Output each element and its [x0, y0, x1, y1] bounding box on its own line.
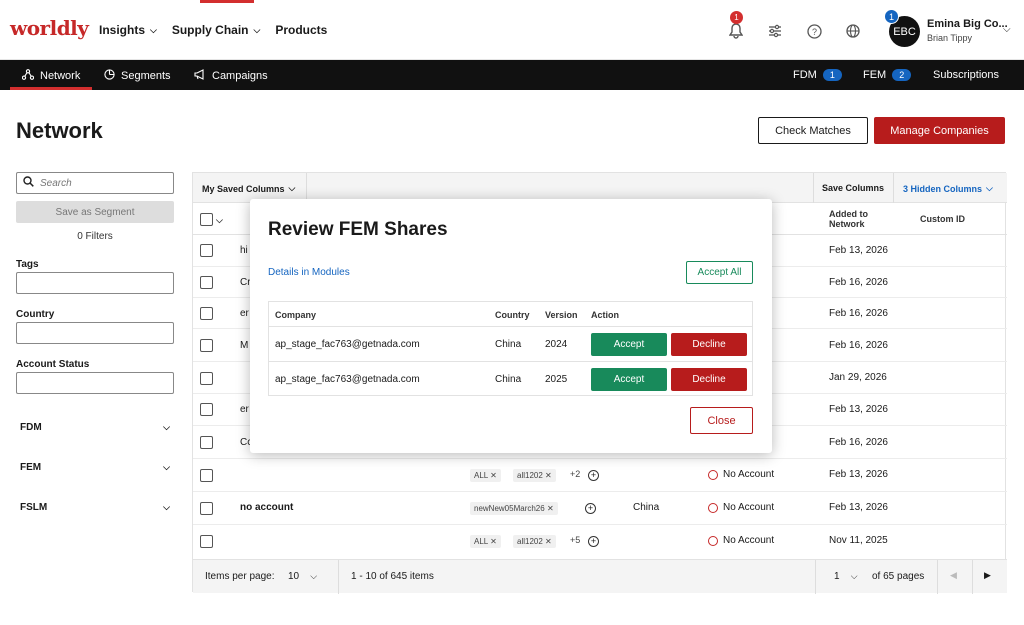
network-icon: [21, 69, 35, 83]
decline-button[interactable]: Decline: [671, 333, 747, 356]
avatar-badge: 1: [884, 9, 899, 24]
modal-title: Review FEM Shares: [268, 219, 448, 240]
col-version: Version: [545, 310, 578, 320]
sub-nav: Network Segments Campaigns FDM 1 FEM 2 S…: [0, 60, 1024, 90]
notification-badge: 1: [730, 11, 743, 24]
details-in-modules-link[interactable]: Details in Modules: [268, 267, 350, 278]
svg-text:?: ?: [811, 27, 816, 37]
subnav-network[interactable]: Network: [21, 69, 81, 83]
subnav-fdm-label: FDM: [793, 69, 817, 81]
top-nav: Insights ⌵ Supply Chain ⌵ Products: [99, 23, 342, 37]
subnav-segments-label: Segments: [121, 70, 171, 82]
subnav-fdm[interactable]: FDM 1: [793, 69, 842, 81]
share-country: China: [495, 374, 522, 385]
close-button[interactable]: Close: [690, 407, 753, 434]
review-fem-shares-modal: Review FEM Shares Details in Modules Acc…: [250, 199, 772, 453]
subnav-campaigns[interactable]: Campaigns: [194, 69, 268, 83]
shares-table: Company Country Version Action ap_stage_…: [268, 301, 753, 396]
decline-button[interactable]: Decline: [671, 368, 747, 391]
accept-all-button[interactable]: Accept All: [686, 261, 753, 284]
share-company: ap_stage_fac763@getnada.com: [275, 374, 420, 385]
chevron-down-icon: ⌵: [253, 24, 261, 35]
share-version: 2024: [545, 339, 568, 350]
globe-icon[interactable]: [844, 22, 862, 40]
col-company: Company: [275, 310, 317, 320]
nav-insights[interactable]: Insights ⌵: [99, 23, 157, 37]
nav-insights-label: Insights: [99, 23, 146, 37]
worldly-logo[interactable]: worldly: [10, 16, 89, 40]
share-company: ap_stage_fac763@getnada.com: [275, 339, 420, 350]
subnav-campaigns-label: Campaigns: [212, 70, 268, 82]
top-header: worldly Insights ⌵ Supply Chain ⌵ Products…: [0, 0, 1024, 60]
chevron-down-icon: ⌵: [150, 24, 157, 35]
subnav-subscriptions-label: Subscriptions: [933, 69, 1000, 81]
share-row: ap_stage_fac763@getnada.com China 2024 A…: [269, 326, 752, 361]
nav-supply-chain-label: Supply Chain: [171, 23, 249, 37]
nav-products[interactable]: Products: [275, 23, 327, 37]
subnav-segments[interactable]: Segments: [104, 69, 171, 83]
accept-button[interactable]: Accept: [591, 333, 667, 356]
fem-count-badge: 2: [892, 69, 912, 81]
nav-products-label: Products: [275, 23, 328, 37]
account-name[interactable]: Emina Big Co...: [927, 18, 1008, 30]
share-row: ap_stage_fac763@getnada.com China 2025 A…: [269, 361, 752, 396]
sliders-icon[interactable]: [766, 22, 784, 40]
chevron-down-icon[interactable]: ⌵: [1003, 24, 1011, 35]
nav-supply-chain[interactable]: Supply Chain ⌵: [172, 23, 261, 37]
active-nav-indicator: [200, 0, 254, 3]
account-user: Brian Tippy: [927, 33, 973, 43]
accept-button[interactable]: Accept: [591, 368, 667, 391]
subnav-subscriptions[interactable]: Subscriptions: [933, 69, 999, 81]
subnav-network-label: Network: [40, 70, 81, 82]
share-version: 2025: [545, 374, 568, 385]
pie-chart-icon: [104, 69, 115, 83]
col-country: Country: [495, 310, 530, 320]
bell-icon[interactable]: [727, 22, 745, 40]
megaphone-icon: [194, 69, 206, 83]
subnav-fem-label: FEM: [863, 69, 887, 81]
subnav-fem[interactable]: FEM 2: [863, 69, 912, 81]
fdm-count-badge: 1: [822, 69, 842, 81]
help-icon[interactable]: ?: [805, 22, 823, 40]
col-action: Action: [591, 310, 619, 320]
share-country: China: [495, 339, 522, 350]
